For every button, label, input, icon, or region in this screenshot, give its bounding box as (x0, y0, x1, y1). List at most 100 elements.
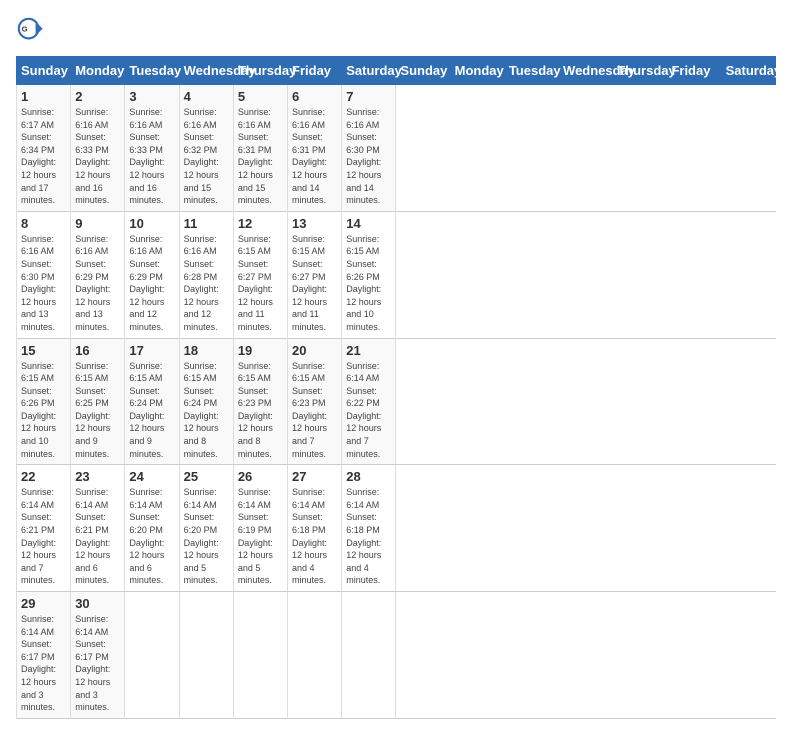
day-number: 6 (292, 89, 337, 104)
col-header-sunday: Sunday (396, 57, 450, 85)
calendar-cell: 2 Sunrise: 6:16 AMSunset: 6:33 PMDaylight… (71, 85, 125, 212)
cell-info: Sunrise: 6:15 AMSunset: 6:27 PMDaylight:… (238, 234, 273, 332)
calendar-cell: 10 Sunrise: 6:16 AMSunset: 6:29 PMDayligh… (125, 211, 179, 338)
calendar-cell: 24 Sunrise: 6:14 AMSunset: 6:20 PMDayligh… (125, 465, 179, 592)
calendar-cell (125, 592, 179, 719)
day-number: 2 (75, 89, 120, 104)
day-number: 4 (184, 89, 229, 104)
day-number: 29 (21, 596, 66, 611)
calendar-cell: 14 Sunrise: 6:15 AMSunset: 6:26 PMDayligh… (342, 211, 396, 338)
header-thursday: Thursday (233, 57, 287, 85)
calendar-cell: 27Sunrise: 6:14 AMSunset: 6:18 PMDayligh… (288, 465, 342, 592)
day-number: 22 (21, 469, 66, 484)
cell-info: Sunrise: 6:16 AMSunset: 6:29 PMDaylight:… (75, 234, 110, 332)
calendar-cell: 19 Sunrise: 6:15 AMSunset: 6:23 PMDayligh… (233, 338, 287, 465)
calendar-cell: 8Sunrise: 6:16 AMSunset: 6:30 PMDaylight… (17, 211, 71, 338)
cell-info: Sunrise: 6:14 AMSunset: 6:18 PMDaylight:… (292, 487, 327, 585)
calendar-cell (288, 592, 342, 719)
cell-info: Sunrise: 6:14 AMSunset: 6:20 PMDaylight:… (129, 487, 164, 585)
header-tuesday: Tuesday (125, 57, 179, 85)
calendar-cell: 16 Sunrise: 6:15 AMSunset: 6:25 PMDayligh… (71, 338, 125, 465)
day-number: 18 (184, 343, 229, 358)
logo: G (16, 16, 48, 44)
logo-icon: G (16, 16, 44, 44)
calendar-cell: 5Sunrise: 6:16 AMSunset: 6:31 PMDaylight… (233, 85, 287, 212)
calendar-cell: 23 Sunrise: 6:14 AMSunset: 6:21 PMDayligh… (71, 465, 125, 592)
calendar-cell: 11Sunrise: 6:16 AMSunset: 6:28 PMDayligh… (179, 211, 233, 338)
calendar-cell: 29 Sunrise: 6:14 AMSunset: 6:17 PMDayligh… (17, 592, 71, 719)
day-number: 16 (75, 343, 120, 358)
cell-info: Sunrise: 6:14 AMSunset: 6:19 PMDaylight:… (238, 487, 273, 585)
calendar-cell: 28 Sunrise: 6:14 AMSunset: 6:18 PMDayligh… (342, 465, 396, 592)
day-number: 26 (238, 469, 283, 484)
day-number: 20 (292, 343, 337, 358)
calendar-cell: 4 Sunrise: 6:16 AMSunset: 6:32 PMDaylight… (179, 85, 233, 212)
calendar-cell: 20 Sunrise: 6:15 AMSunset: 6:23 PMDayligh… (288, 338, 342, 465)
calendar-cell: 9 Sunrise: 6:16 AMSunset: 6:29 PMDaylight… (71, 211, 125, 338)
col-header-saturday: Saturday (721, 57, 775, 85)
calendar-week-4: 22 Sunrise: 6:14 AMSunset: 6:21 PMDayligh… (17, 465, 776, 592)
calendar-week-5: 29 Sunrise: 6:14 AMSunset: 6:17 PMDayligh… (17, 592, 776, 719)
cell-info: Sunrise: 6:15 AMSunset: 6:23 PMDaylight:… (238, 361, 273, 459)
cell-info: Sunrise: 6:16 AMSunset: 6:32 PMDaylight:… (184, 107, 219, 205)
svg-text:G: G (22, 24, 28, 33)
calendar-cell: 3Sunrise: 6:16 AMSunset: 6:33 PMDaylight… (125, 85, 179, 212)
cell-info: Sunrise: 6:16 AMSunset: 6:31 PMDaylight:… (292, 107, 327, 205)
day-number: 12 (238, 216, 283, 231)
day-number: 14 (346, 216, 391, 231)
cell-info: Sunrise: 6:16 AMSunset: 6:30 PMDaylight:… (21, 234, 56, 332)
day-number: 23 (75, 469, 120, 484)
cell-info: Sunrise: 6:14 AMSunset: 6:21 PMDaylight:… (21, 487, 56, 585)
calendar-cell: 7Sunrise: 6:16 AMSunset: 6:30 PMDaylight… (342, 85, 396, 212)
day-number: 21 (346, 343, 391, 358)
calendar-cell: 21Sunrise: 6:14 AMSunset: 6:22 PMDayligh… (342, 338, 396, 465)
header-sunday: Sunday (17, 57, 71, 85)
day-number: 11 (184, 216, 229, 231)
cell-info: Sunrise: 6:15 AMSunset: 6:26 PMDaylight:… (21, 361, 56, 459)
calendar-cell: 26 Sunrise: 6:14 AMSunset: 6:19 PMDayligh… (233, 465, 287, 592)
cell-info: Sunrise: 6:15 AMSunset: 6:26 PMDaylight:… (346, 234, 381, 332)
day-number: 30 (75, 596, 120, 611)
day-number: 25 (184, 469, 229, 484)
calendar-week-3: 15Sunrise: 6:15 AMSunset: 6:26 PMDayligh… (17, 338, 776, 465)
calendar-header-row: SundayMondayTuesdayWednesdayThursdayFrid… (17, 57, 776, 85)
calendar-cell (179, 592, 233, 719)
calendar-cell: 13 Sunrise: 6:15 AMSunset: 6:27 PMDayligh… (288, 211, 342, 338)
cell-info: Sunrise: 6:14 AMSunset: 6:21 PMDaylight:… (75, 487, 110, 585)
cell-info: Sunrise: 6:17 AMSunset: 6:34 PMDaylight:… (21, 107, 56, 205)
header-friday: Friday (288, 57, 342, 85)
cell-info: Sunrise: 6:14 AMSunset: 6:17 PMDaylight:… (21, 614, 56, 712)
calendar-cell: 25 Sunrise: 6:14 AMSunset: 6:20 PMDayligh… (179, 465, 233, 592)
day-number: 1 (21, 89, 66, 104)
calendar-cell: 6 Sunrise: 6:16 AMSunset: 6:31 PMDaylight… (288, 85, 342, 212)
cell-info: Sunrise: 6:16 AMSunset: 6:29 PMDaylight:… (129, 234, 164, 332)
calendar-cell (233, 592, 287, 719)
cell-info: Sunrise: 6:15 AMSunset: 6:23 PMDaylight:… (292, 361, 327, 459)
cell-info: Sunrise: 6:14 AMSunset: 6:17 PMDaylight:… (75, 614, 110, 712)
header-monday: Monday (71, 57, 125, 85)
day-number: 10 (129, 216, 174, 231)
day-number: 28 (346, 469, 391, 484)
day-number: 5 (238, 89, 283, 104)
cell-info: Sunrise: 6:16 AMSunset: 6:33 PMDaylight:… (75, 107, 110, 205)
day-number: 9 (75, 216, 120, 231)
calendar-cell: 30 Sunrise: 6:14 AMSunset: 6:17 PMDayligh… (71, 592, 125, 719)
day-number: 17 (129, 343, 174, 358)
page-header: G (16, 16, 776, 44)
day-number: 19 (238, 343, 283, 358)
day-number: 3 (129, 89, 174, 104)
col-header-thursday: Thursday (613, 57, 667, 85)
calendar-cell: 1 Sunrise: 6:17 AMSunset: 6:34 PMDaylight… (17, 85, 71, 212)
cell-info: Sunrise: 6:15 AMSunset: 6:25 PMDaylight:… (75, 361, 110, 459)
cell-info: Sunrise: 6:15 AMSunset: 6:27 PMDaylight:… (292, 234, 327, 332)
cell-info: Sunrise: 6:14 AMSunset: 6:18 PMDaylight:… (346, 487, 381, 585)
header-saturday: Saturday (342, 57, 396, 85)
calendar-cell: 17Sunrise: 6:15 AMSunset: 6:24 PMDayligh… (125, 338, 179, 465)
day-number: 24 (129, 469, 174, 484)
cell-info: Sunrise: 6:14 AMSunset: 6:20 PMDaylight:… (184, 487, 219, 585)
cell-info: Sunrise: 6:16 AMSunset: 6:30 PMDaylight:… (346, 107, 381, 205)
col-header-tuesday: Tuesday (504, 57, 558, 85)
calendar-cell: 15Sunrise: 6:15 AMSunset: 6:26 PMDayligh… (17, 338, 71, 465)
day-number: 13 (292, 216, 337, 231)
calendar-cell (342, 592, 396, 719)
